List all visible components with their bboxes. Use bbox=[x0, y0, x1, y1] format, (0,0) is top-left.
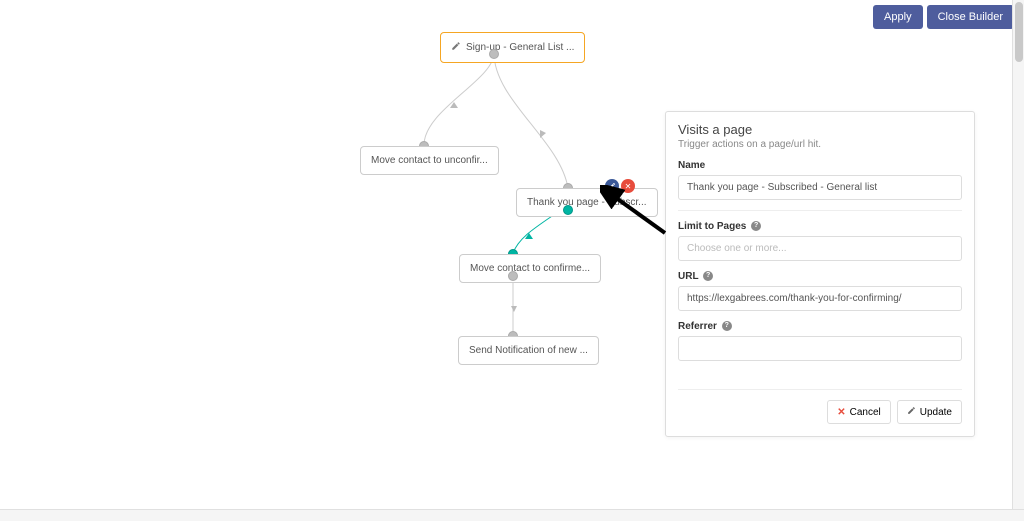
name-input[interactable] bbox=[678, 175, 962, 200]
limit-pages-label: Limit to Pages ? bbox=[678, 221, 962, 232]
referrer-input[interactable] bbox=[678, 336, 962, 361]
help-icon[interactable]: ? bbox=[722, 321, 732, 331]
move-unconfirmed-node[interactable]: Move contact to unconfir... bbox=[360, 146, 499, 175]
scrollbar-thumb[interactable] bbox=[1015, 2, 1023, 62]
endpoint[interactable] bbox=[489, 49, 499, 59]
source-node[interactable]: Sign-up - General List ... bbox=[440, 32, 585, 63]
update-button[interactable]: Update bbox=[897, 400, 962, 424]
node-label: Send Notification of new ... bbox=[469, 345, 588, 356]
delete-node-icon[interactable]: ✕ bbox=[621, 179, 635, 193]
url-input[interactable] bbox=[678, 286, 962, 311]
close-icon: ✕ bbox=[837, 407, 845, 418]
pencil-icon bbox=[907, 406, 916, 418]
cancel-button[interactable]: ✕ Cancel bbox=[827, 400, 891, 424]
panel-title: Visits a page bbox=[678, 122, 962, 137]
panel-subtitle: Trigger actions on a page/url hit. bbox=[678, 139, 962, 150]
endpoint[interactable] bbox=[508, 271, 518, 281]
help-icon[interactable]: ? bbox=[703, 271, 713, 281]
send-notification-node[interactable]: Send Notification of new ... bbox=[458, 336, 599, 365]
node-label: Thank you page - Subscr... bbox=[527, 197, 647, 208]
referrer-label: Referrer ? bbox=[678, 321, 962, 332]
thank-you-node[interactable]: Thank you page - Subscr... bbox=[516, 188, 658, 217]
horizontal-scrollbar[interactable] bbox=[0, 509, 1024, 521]
url-label: URL ? bbox=[678, 271, 962, 282]
edit-panel: Visits a page Trigger actions on a page/… bbox=[665, 111, 975, 437]
node-label: Move contact to confirme... bbox=[470, 263, 590, 274]
endpoint-yes[interactable] bbox=[563, 205, 573, 215]
name-label: Name bbox=[678, 160, 962, 171]
vertical-scrollbar[interactable] bbox=[1012, 0, 1024, 509]
node-label: Move contact to unconfir... bbox=[371, 155, 488, 166]
edit-node-icon[interactable] bbox=[605, 179, 619, 193]
edit-icon bbox=[451, 41, 461, 54]
limit-pages-select[interactable]: Choose one or more... bbox=[678, 236, 962, 261]
help-icon[interactable]: ? bbox=[751, 221, 761, 231]
source-node-label: Sign-up - General List ... bbox=[466, 42, 574, 53]
move-confirmed-node[interactable]: Move contact to confirme... bbox=[459, 254, 601, 283]
